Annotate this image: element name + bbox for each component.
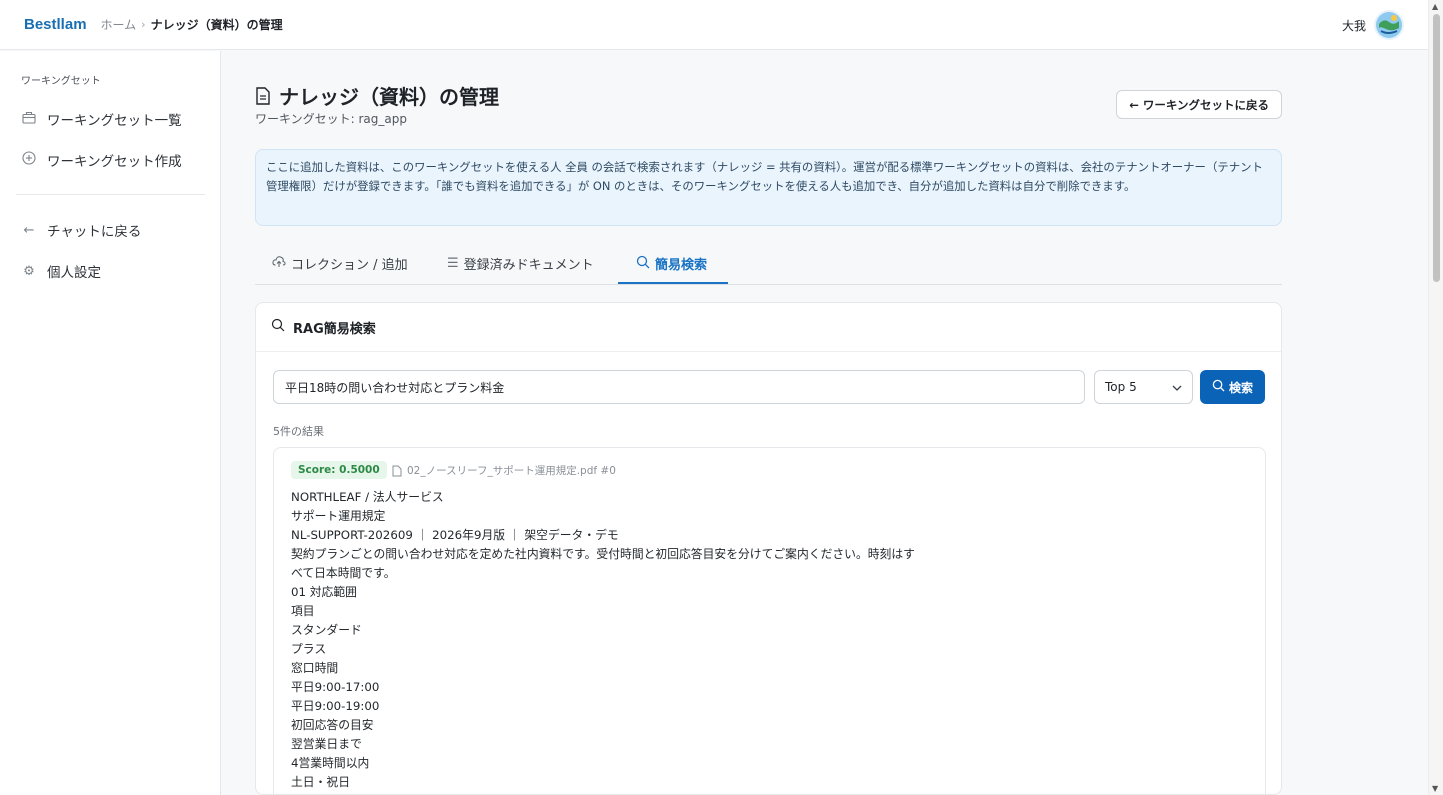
- result-line: べて日本時間です。: [291, 566, 396, 580]
- result-count: 5件の結果: [273, 425, 324, 438]
- sidebar-item-label: チャットに戻る: [47, 224, 142, 240]
- tab-label: コレクション / 追加: [291, 258, 408, 273]
- file-icon: [392, 465, 402, 476]
- active-tab-indicator: [618, 282, 728, 284]
- result-line: 契約プランごとの問い合わせ対応を定めた社内資料です。受付時間と初回応答目安を分け…: [291, 547, 915, 561]
- top-bar: Bestllam ホーム › ナレッジ（資料）の管理 大我: [0, 0, 1428, 50]
- tab-collection-add[interactable]: コレクション / 追加: [272, 254, 408, 273]
- tab-registered-documents[interactable]: ☰ 登録済みドキュメント: [447, 254, 594, 273]
- result-line: スタンダード: [291, 623, 362, 637]
- search-row: Top 5 検索: [273, 370, 1266, 405]
- sidebar-item-workingset-create[interactable]: ワーキングセット作成: [21, 148, 182, 172]
- result-item: Score: 0.5000 02_ノースリーフ_サポート運用規定.pdf #0 …: [273, 447, 1266, 795]
- breadcrumb-home[interactable]: ホーム: [101, 16, 137, 33]
- page-title: ナレッジ（資料）の管理: [255, 81, 499, 110]
- breadcrumb-separator: ›: [141, 18, 146, 31]
- page-subtitle: ワーキングセット: rag_app: [255, 112, 407, 126]
- list-icon: ☰: [447, 256, 459, 271]
- result-line: 01 対応範囲: [291, 585, 357, 599]
- result-line: プラス: [291, 642, 327, 656]
- result-line: 初回応答の目安: [291, 718, 374, 732]
- tab-label: 簡易検索: [655, 258, 708, 273]
- sidebar: ワーキングセット ワーキングセット一覧 ワーキングセット作成 ← チャットに戻る…: [0, 51, 221, 795]
- sidebar-item-label: 個人設定: [47, 265, 101, 281]
- info-notice: ここに追加した資料は、このワーキングセットを使える人 全員 の会話で検索されます…: [255, 149, 1282, 226]
- upload-icon: [272, 255, 286, 272]
- user-menu[interactable]: 大我: [1342, 10, 1404, 40]
- scroll-up-arrow-icon[interactable]: ▲: [1432, 2, 1438, 11]
- score-badge: Score: 0.5000: [291, 461, 387, 479]
- result-line: 平日9:00-19:00: [291, 699, 380, 713]
- page-scrollbar[interactable]: ▲ ▼: [1428, 0, 1443, 795]
- back-to-workingset-button[interactable]: ← ワーキングセットに戻る: [1116, 90, 1282, 119]
- brand-logo[interactable]: Bestllam: [24, 16, 87, 33]
- sidebar-item-back-to-chat[interactable]: ← チャットに戻る: [21, 218, 142, 242]
- scroll-down-arrow-icon[interactable]: ▼: [1432, 784, 1438, 793]
- search-button-label: 検索: [1228, 380, 1253, 395]
- rag-search-card: RAG簡易検索 Top 5 検索 5件の結果 Score: 0.5000: [255, 302, 1282, 795]
- result-line: 窓口時間: [291, 661, 339, 675]
- plus-circle-icon: [21, 151, 37, 169]
- sidebar-item-label: ワーキングセット一覧: [47, 113, 182, 129]
- search-icon: [1212, 379, 1225, 395]
- sidebar-item-label: ワーキングセット作成: [47, 154, 182, 170]
- scroll-thumb[interactable]: [1433, 14, 1440, 282]
- topk-value: Top 5: [1105, 380, 1137, 394]
- result-line: 項目: [291, 604, 315, 618]
- card-title: RAG簡易検索: [293, 321, 376, 337]
- tab-bar: コレクション / 追加 ☰ 登録済みドキュメント 簡易検索: [255, 244, 1282, 285]
- page-title-text: ナレッジ（資料）の管理: [279, 85, 499, 109]
- result-line: サポート運用規定: [291, 509, 386, 523]
- chevron-down-icon: [1172, 380, 1182, 394]
- result-line: 4営業時間以内: [291, 756, 370, 770]
- result-line: 翌営業日まで: [291, 737, 362, 751]
- search-input[interactable]: [273, 370, 1085, 404]
- sidebar-divider: [16, 194, 205, 195]
- briefcase-icon: [21, 111, 37, 128]
- search-icon: [271, 318, 285, 336]
- user-name: 大我: [1341, 18, 1366, 33]
- sidebar-item-workingset-list[interactable]: ワーキングセット一覧: [21, 107, 182, 131]
- card-header: RAG簡易検索: [256, 303, 1281, 352]
- avatar[interactable]: [1374, 10, 1404, 40]
- tab-label: 登録済みドキュメント: [463, 258, 594, 273]
- result-line: NL-SUPPORT-202609 ｜ 2026年9月版 ｜ 架空データ・デモ: [291, 528, 619, 542]
- document-icon: [256, 86, 270, 105]
- result-line: 平日9:00-17:00: [291, 680, 380, 694]
- avatar-globe-icon: [1376, 12, 1402, 38]
- topk-select[interactable]: Top 5: [1094, 370, 1193, 404]
- search-button[interactable]: 検索: [1200, 370, 1265, 404]
- sidebar-item-settings[interactable]: ⚙ 個人設定: [21, 259, 101, 283]
- tab-simple-search[interactable]: 簡易検索: [636, 254, 707, 273]
- result-text: NORTHLEAF / 法人サービス サポート運用規定 NL-SUPPORT-2…: [291, 488, 915, 792]
- arrow-left-icon: ←: [23, 222, 35, 238]
- breadcrumb-current: ナレッジ（資料）の管理: [150, 18, 283, 32]
- result-file: 02_ノースリーフ_サポート運用規定.pdf #0: [392, 463, 616, 478]
- file-name: 02_ノースリーフ_サポート運用規定.pdf #0: [407, 465, 616, 477]
- sidebar-section-label: ワーキングセット: [21, 76, 101, 87]
- gear-icon: ⚙: [23, 263, 35, 279]
- result-line: 土日・祝日: [291, 775, 350, 789]
- search-icon: [636, 255, 650, 273]
- result-line: NORTHLEAF / 法人サービス: [291, 490, 444, 504]
